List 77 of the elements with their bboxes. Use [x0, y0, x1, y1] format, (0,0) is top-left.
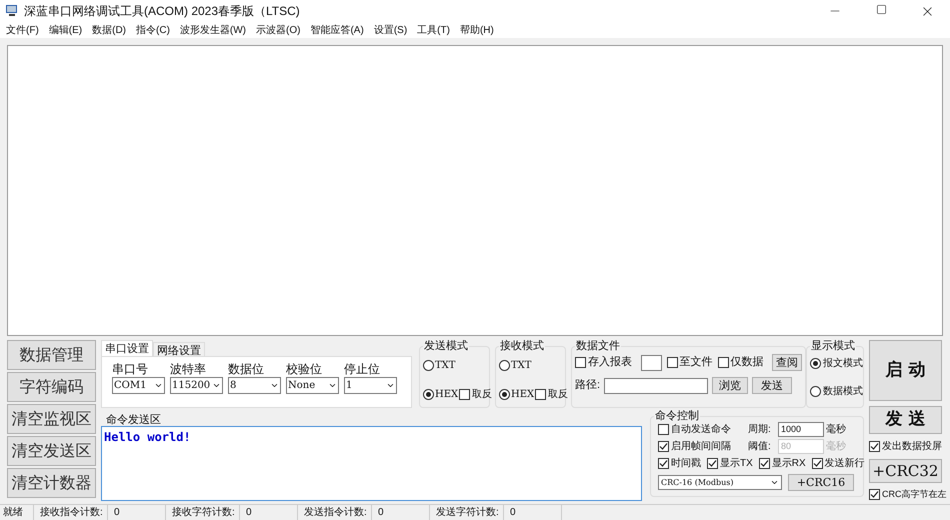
field-label: 周期: [748, 422, 772, 437]
menu-item[interactable]: 指令(C) [136, 22, 170, 38]
menu-item[interactable]: 编辑(E) [48, 22, 82, 38]
menu-item[interactable]: 波形发生器(W) [180, 22, 246, 38]
menu-item[interactable]: 工具(T) [417, 22, 450, 38]
counter-value: 0 [240, 505, 298, 520]
checkbox-label: 发出数据投屏 [882, 440, 942, 454]
command-field[interactable]: Hello world! [101, 426, 642, 501]
dropdown[interactable]: CRC-16 (Modbus) [658, 475, 782, 490]
field-label: 校验位 [286, 361, 323, 377]
counter-value: 0 [108, 505, 166, 520]
counter-label: 发送指令计数: [298, 505, 372, 520]
radio-label: HEX [435, 388, 458, 402]
field-label: 串口号 [112, 361, 149, 377]
settings-tab[interactable]: 网络设置 [153, 342, 205, 356]
radio-label: TXT [435, 359, 456, 373]
dropdown[interactable]: None [286, 377, 339, 394]
menu-item[interactable]: 设置(S) [374, 22, 408, 38]
checkbox-label: 时间戳 [671, 456, 701, 471]
unit-label: 毫秒 [826, 440, 846, 454]
field-label: 停止位 [344, 361, 381, 377]
checkbox-label: 存入报表 [588, 355, 632, 370]
unit-label: 毫秒 [826, 422, 846, 437]
field-label: 波特率 [170, 361, 207, 377]
menu-item[interactable]: 文件(F) [6, 22, 39, 38]
checkbox-label: 显示TX [720, 457, 753, 471]
counter-label: 发送字符计数: [430, 505, 504, 520]
menu-item[interactable]: 帮助(H) [460, 22, 494, 38]
send-file-button[interactable]: 发送 [752, 377, 792, 394]
checkbox-label: 仅数据 [730, 355, 764, 370]
dropdown[interactable]: 8 [228, 377, 281, 394]
menu-item[interactable]: 智能应答(A) [310, 22, 364, 38]
status-text: 就绪 [0, 505, 34, 520]
start-button[interactable]: 启 动 [869, 340, 942, 401]
group-title: 数据文件 [575, 340, 621, 352]
group-title: 显示模式 [810, 340, 856, 352]
send-button[interactable]: 发 送 [869, 406, 942, 434]
checkbox-label: 取反 [472, 388, 492, 402]
menu-item[interactable]: 数据(D) [92, 22, 126, 38]
query-button[interactable]: 查阅 [772, 354, 802, 371]
side-button[interactable]: 数据管理 [7, 340, 96, 370]
group-title: 发送模式 [423, 340, 469, 352]
field-label: 数据位 [228, 361, 265, 377]
radio-label: TXT [511, 359, 532, 373]
field-label: 阈值: [748, 440, 772, 454]
checkbox-label: CRC高字节在左 [882, 488, 946, 500]
menu-item[interactable]: 示波器(O) [256, 22, 300, 38]
group-title: 命令控制 [654, 410, 700, 422]
checkbox-label: 显示RX [772, 457, 806, 471]
window-title: 深蓝串口网络调试工具(ACOM) 2023春季版（LTSC) [24, 3, 300, 20]
counter-label: 接收指令计数: [34, 505, 108, 520]
area-label: 命令发送区 [105, 414, 162, 426]
radio-label: 报文模式 [823, 356, 863, 371]
side-button[interactable]: 清空计数器 [7, 468, 96, 498]
checkbox-label: 自动发送命令 [671, 423, 731, 437]
settings-tab[interactable]: 串口设置 [101, 340, 153, 356]
dropdown[interactable]: COM1 [112, 377, 165, 394]
counter-value: 0 [504, 505, 562, 520]
checkbox-label: 发送新行 [824, 456, 865, 471]
side-button[interactable]: 字符编码 [7, 372, 96, 402]
dropdown[interactable]: 1 [344, 377, 397, 394]
number-field[interactable]: 1000 [778, 422, 824, 437]
path-label: 路径: [575, 378, 600, 394]
checkbox-label: 启用帧间间隔 [671, 440, 731, 454]
radio-label: 数据模式 [823, 384, 863, 399]
counter-value: 0 [372, 505, 430, 520]
group-title: 接收模式 [499, 340, 545, 352]
dropdown[interactable]: 115200 [170, 377, 223, 394]
checkbox-label: 至文件 [680, 354, 713, 370]
side-button[interactable]: 清空发送区 [7, 436, 96, 466]
side-button[interactable]: 清空监视区 [7, 404, 96, 434]
checkbox-label: 取反 [548, 388, 568, 402]
counter-label: 接收字符计数: [166, 505, 240, 520]
radio-label: HEX [511, 388, 534, 402]
crc16-button[interactable]: +CRC16 [788, 474, 854, 491]
browse-button[interactable]: 浏览 [712, 377, 748, 394]
crc32-button[interactable]: +CRC32 [869, 458, 942, 482]
